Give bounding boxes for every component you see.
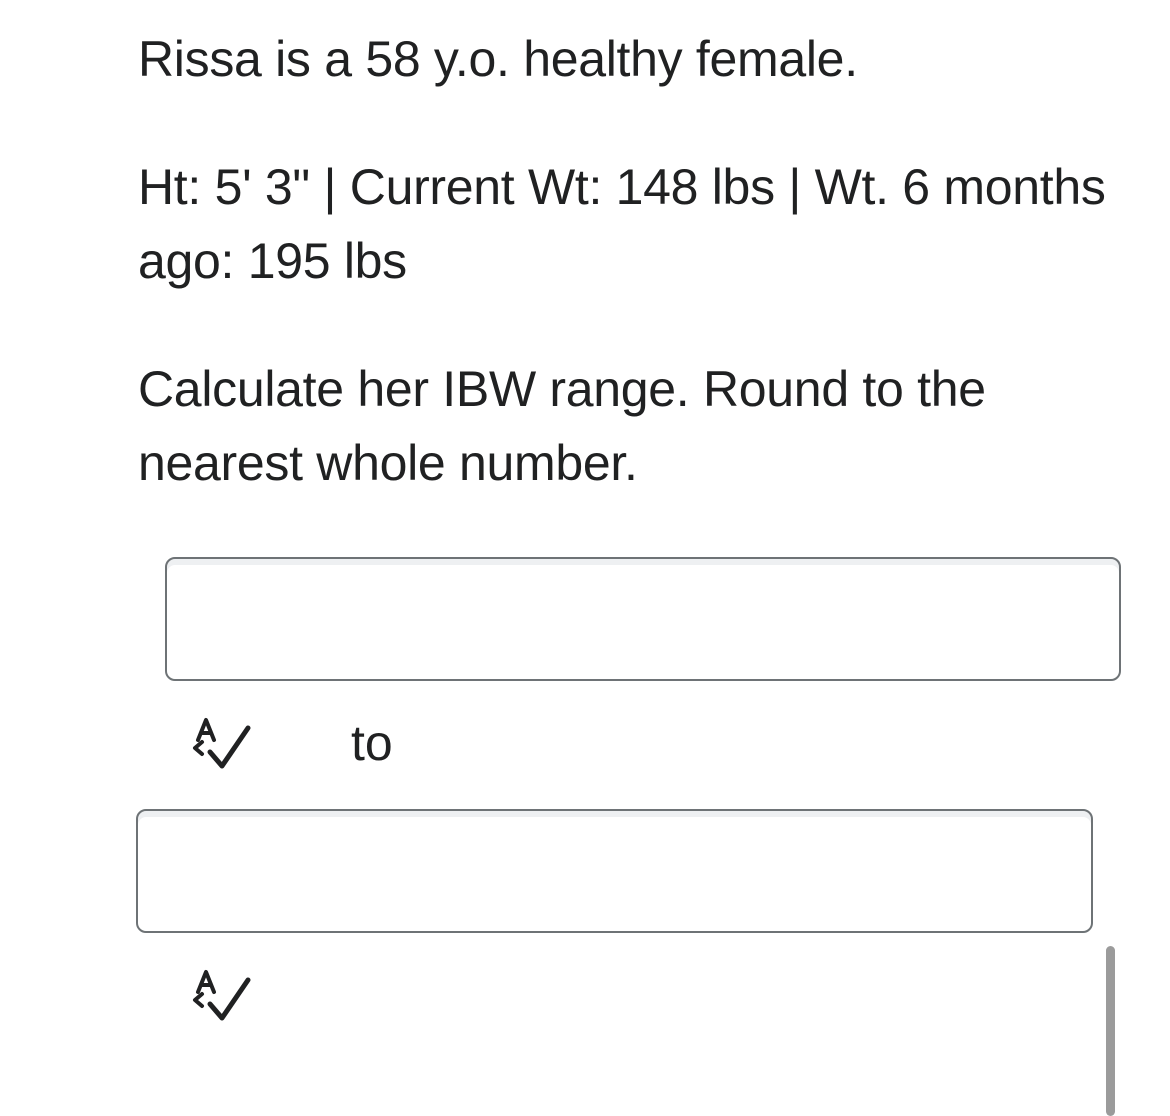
ibw-min-input[interactable] — [165, 557, 1121, 681]
vertical-scrollbar[interactable] — [1106, 946, 1115, 1116]
patient-measurements: Ht: 5' 3" | Current Wt: 148 lbs | Wt. 6 … — [138, 159, 1106, 289]
range-separator-label: to — [351, 715, 393, 771]
patient-description: Rissa is a 58 y.o. healthy female. — [138, 31, 858, 87]
spellcheck-icon[interactable] — [192, 968, 252, 1024]
ibw-max-input[interactable] — [136, 809, 1093, 933]
question-prompt: Calculate her IBW range. Round to the ne… — [138, 361, 986, 491]
spellcheck-icon[interactable] — [192, 716, 252, 772]
